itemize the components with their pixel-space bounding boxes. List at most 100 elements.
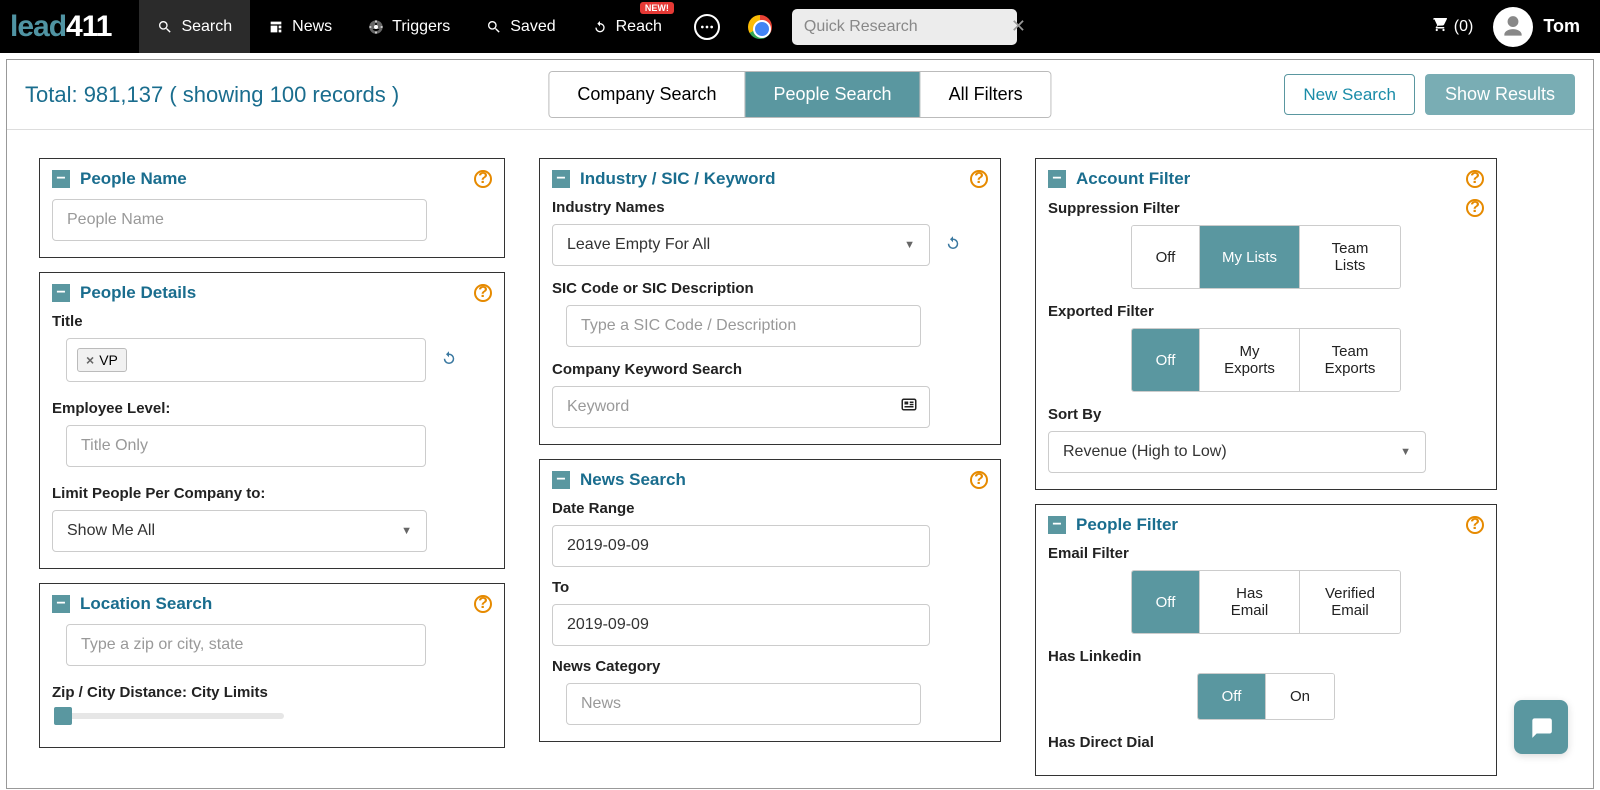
nav-news[interactable]: News: [250, 0, 350, 53]
employee-level-label: Employee Level:: [52, 400, 492, 417]
nav-saved[interactable]: Saved: [468, 0, 573, 53]
slider-thumb[interactable]: [54, 707, 72, 725]
linkedin-off[interactable]: Off: [1198, 674, 1266, 719]
collapse-icon[interactable]: −: [1048, 516, 1066, 534]
chevron-down-icon: ▼: [904, 239, 915, 251]
sort-select[interactable]: Revenue (High to Low) ▼: [1048, 431, 1426, 473]
keyword-input[interactable]: [552, 386, 930, 428]
tab-company-search[interactable]: Company Search: [549, 72, 745, 117]
logo[interactable]: lead411: [0, 10, 139, 44]
exported-off[interactable]: Off: [1132, 329, 1200, 391]
main-frame: Total: 981,137 ( showing 100 records ) C…: [6, 59, 1594, 789]
help-icon[interactable]: ?: [970, 170, 988, 188]
triggers-icon: [368, 19, 384, 35]
date-to-input[interactable]: [552, 604, 930, 646]
linkedin-label: Has Linkedin: [1048, 648, 1484, 665]
card-icon[interactable]: [900, 396, 918, 419]
date-from-input[interactable]: [552, 525, 930, 567]
employee-level-input[interactable]: [66, 425, 426, 467]
refresh-icon[interactable]: [944, 234, 962, 257]
reach-icon: [592, 19, 608, 35]
collapse-icon[interactable]: −: [552, 170, 570, 188]
help-icon[interactable]: ?: [970, 471, 988, 489]
help-icon[interactable]: ?: [474, 170, 492, 188]
email-verified[interactable]: Verified Email: [1300, 571, 1400, 633]
nav-reach-label: Reach: [616, 18, 662, 36]
nav-triggers[interactable]: Triggers: [350, 0, 468, 53]
help-icon[interactable]: ?: [1466, 170, 1484, 188]
cart-count: (0): [1454, 18, 1474, 36]
nav-search[interactable]: Search: [139, 0, 250, 53]
exported-segment: Off My Exports Team Exports: [1131, 328, 1401, 392]
avatar[interactable]: [1493, 7, 1533, 47]
linkedin-on[interactable]: On: [1266, 674, 1334, 719]
chrome-icon[interactable]: [748, 15, 772, 39]
title-tag-input[interactable]: × VP: [66, 338, 426, 382]
collapse-icon[interactable]: −: [52, 284, 70, 302]
suppression-label: Suppression Filter?: [1048, 199, 1484, 217]
collapse-icon[interactable]: −: [1048, 170, 1066, 188]
panel-people-details: − People Details ? Title × VP Employee L…: [39, 272, 505, 569]
cart-icon: [1430, 15, 1448, 38]
help-icon[interactable]: ?: [1466, 199, 1484, 217]
exported-team[interactable]: Team Exports: [1300, 329, 1400, 391]
refresh-icon[interactable]: [440, 349, 458, 372]
tag-text: VP: [99, 352, 118, 368]
industry-names-select[interactable]: Leave Empty For All ▼: [552, 224, 930, 266]
limit-select[interactable]: Show Me All ▼: [52, 510, 427, 552]
panel-industry: − Industry / SIC / Keyword ? Industry Na…: [539, 158, 1001, 445]
sic-input[interactable]: [566, 305, 921, 347]
location-input[interactable]: [66, 624, 426, 666]
collapse-icon[interactable]: −: [52, 170, 70, 188]
cart[interactable]: (0): [1430, 15, 1474, 38]
exported-my[interactable]: My Exports: [1200, 329, 1300, 391]
news-category-label: News Category: [552, 658, 988, 675]
tab-all-filters[interactable]: All Filters: [921, 72, 1051, 117]
keyword-label: Company Keyword Search: [552, 361, 988, 378]
email-filter-label: Email Filter: [1048, 545, 1484, 562]
panel-account-filter: − Account Filter ? Suppression Filter? O…: [1035, 158, 1497, 490]
sort-value: Revenue (High to Low): [1063, 443, 1227, 461]
sic-label: SIC Code or SIC Description: [552, 280, 988, 297]
navbar: lead411 Search News Triggers Saved NEW! …: [0, 0, 1600, 53]
panel-news-search: − News Search ? Date Range To News Categ…: [539, 459, 1001, 742]
nav-news-label: News: [292, 18, 332, 36]
collapse-icon[interactable]: −: [52, 595, 70, 613]
email-off[interactable]: Off: [1132, 571, 1200, 633]
tab-people-search[interactable]: People Search: [745, 72, 920, 117]
distance-slider[interactable]: [54, 713, 284, 719]
help-icon[interactable]: ?: [474, 595, 492, 613]
title-tag: × VP: [77, 348, 127, 372]
new-badge: NEW!: [640, 2, 674, 14]
clear-icon[interactable]: ✕: [1011, 16, 1026, 37]
linkedin-segment: Off On: [1197, 673, 1335, 720]
help-icon[interactable]: ?: [474, 284, 492, 302]
suppression-off[interactable]: Off: [1132, 226, 1200, 288]
logo-part2: 411: [66, 10, 111, 43]
industry-names-value: Leave Empty For All: [567, 236, 710, 254]
collapse-icon[interactable]: −: [552, 471, 570, 489]
quick-research-input[interactable]: [804, 18, 1011, 36]
username[interactable]: Tom: [1543, 16, 1580, 37]
direct-dial-label: Has Direct Dial: [1048, 734, 1484, 751]
news-category-input[interactable]: [566, 683, 921, 725]
suppression-team-lists[interactable]: Team Lists: [1300, 226, 1400, 288]
panel-title: People Name: [80, 169, 187, 189]
nav-search-label: Search: [181, 18, 232, 36]
chevron-down-icon: ▼: [1400, 446, 1411, 458]
to-label: To: [552, 579, 988, 596]
sort-label: Sort By: [1048, 406, 1484, 423]
suppression-my-lists[interactable]: My Lists: [1200, 226, 1300, 288]
email-has[interactable]: Has Email: [1200, 571, 1300, 633]
nav-reach[interactable]: NEW! Reach: [574, 0, 680, 53]
search-icon: [157, 19, 173, 35]
new-search-button[interactable]: New Search: [1284, 74, 1415, 115]
panel-title: Location Search: [80, 594, 212, 614]
more-menu[interactable]: [694, 14, 720, 40]
tag-remove-icon[interactable]: ×: [86, 352, 94, 368]
show-results-button[interactable]: Show Results: [1425, 74, 1575, 115]
panel-people-filter: − People Filter ? Email Filter Off Has E…: [1035, 504, 1497, 776]
chat-button[interactable]: [1514, 700, 1568, 754]
people-name-input[interactable]: [52, 199, 427, 241]
help-icon[interactable]: ?: [1466, 516, 1484, 534]
